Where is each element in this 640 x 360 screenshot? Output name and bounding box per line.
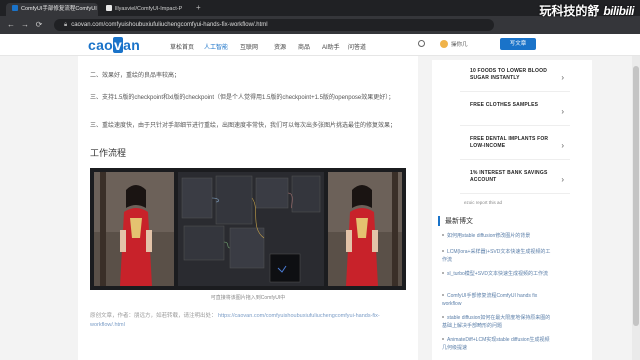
sidebar: 10 FOODS TO LOWER BLOOD SUGAR INSTANTLY … bbox=[432, 56, 592, 360]
bilibili-logo: bilibili bbox=[603, 4, 634, 18]
nav-ai[interactable]: 人工智能 bbox=[204, 42, 228, 51]
site-favicon-icon bbox=[12, 5, 18, 11]
latest-post-link[interactable]: ComfyUI手部修复流程ComfyUI hands fix workflow bbox=[442, 292, 552, 308]
article-content: 二、效果好，重绘的良品率较高； 三、支持1.5版的checkpoint和xl版的… bbox=[78, 56, 418, 360]
chevron-right-icon: › bbox=[561, 175, 564, 184]
workflow-screenshot-image[interactable] bbox=[90, 168, 406, 290]
workflow-illustration bbox=[90, 168, 406, 290]
chevron-right-icon: › bbox=[561, 73, 564, 82]
ad-item[interactable]: FREE CLOTHES SAMPLES › bbox=[460, 98, 570, 126]
nav-qa[interactable]: 问答道 bbox=[348, 42, 366, 51]
lock-icon: 🔒︎ bbox=[64, 22, 68, 28]
scrollbar-thumb[interactable] bbox=[633, 66, 639, 326]
new-tab-icon[interactable]: + bbox=[196, 3, 201, 12]
copyright-notice: 原创文章，作者：朋远方，如若转载，请注明出处： https://caovan.c… bbox=[90, 313, 380, 328]
paragraph-speed: 三、重绘速度快，由于只针对手部细节进行重绘，出图速度非常快，我们可以每次出多张图… bbox=[90, 123, 397, 129]
latest-post-link[interactable]: stable diffusion如何在最大限度地保持原来图的基础上解决手部畸形的… bbox=[442, 314, 552, 330]
user-menu[interactable]: 操你几 bbox=[440, 40, 468, 48]
nav-ai-assistant[interactable]: AI助手 bbox=[322, 42, 340, 51]
image-caption: 可直接将该图片拖入到ComfyUI中 bbox=[210, 295, 286, 301]
tab-impact-pack[interactable]: lllyasviel/ComfyUI-Impact-P bbox=[100, 3, 192, 16]
ad-item[interactable]: 1% INTEREST BANK SAVINGS ACCOUNT › bbox=[460, 166, 570, 194]
search-icon[interactable] bbox=[418, 40, 425, 47]
nav-products[interactable]: 商品 bbox=[298, 42, 310, 51]
section-title: 工作流程 bbox=[90, 148, 127, 158]
publish-button[interactable]: 写文章 bbox=[500, 38, 536, 50]
paragraph-checkpoint: 三、支持1.5版的checkpoint和xl版的checkpoint（但是个人觉… bbox=[90, 95, 395, 101]
reload-icon[interactable]: ⟳ bbox=[34, 20, 44, 30]
nav-resources[interactable]: 资源 bbox=[274, 42, 286, 51]
nav-home[interactable]: 草松首页 bbox=[170, 42, 194, 51]
video-watermark: 玩科技的舒 bilibili bbox=[539, 4, 634, 18]
chevron-right-icon: › bbox=[561, 107, 564, 116]
latest-post-link[interactable]: LCM(lora+采样器)+SVD文本快速生成视频的工作流 bbox=[442, 248, 552, 264]
github-favicon-icon bbox=[106, 5, 112, 11]
paragraph-effect: 二、效果好，重绘的良品率较高； bbox=[90, 73, 181, 79]
ad-box: 10 FOODS TO LOWER BLOOD SUGAR INSTANTLY … bbox=[432, 60, 592, 208]
ad-item[interactable]: 10 FOODS TO LOWER BLOOD SUGAR INSTANTLY … bbox=[460, 64, 570, 92]
ad-footer[interactable]: ezoic report this ad bbox=[464, 200, 502, 205]
site-logo[interactable]: caovan bbox=[88, 37, 140, 53]
page-scrollbar[interactable] bbox=[632, 56, 640, 360]
back-arrow-icon[interactable]: ← bbox=[6, 20, 16, 30]
ad-item[interactable]: FREE DENTAL IMPLANTS FOR LOW-INCOME › bbox=[460, 132, 570, 160]
latest-post-link[interactable]: sl_turbo模型+SVD文本快速生成视频的工作流 bbox=[442, 270, 552, 278]
avatar bbox=[440, 40, 448, 48]
tab-comfyui-hands[interactable]: ComfyUI手部修复流程ComfyUI bbox=[6, 3, 98, 16]
url-field[interactable]: 🔒︎ caovan.com/comfyuishoubuxiufuliuchengc… bbox=[54, 19, 494, 31]
latest-post-link[interactable]: 如何用stable diffusion修改图片的背景 bbox=[442, 232, 552, 240]
site-header: caovan 草松首页 人工智能 互联网 资源 商品 AI助手 问答道 操你几 … bbox=[0, 34, 640, 56]
latest-posts-title: 最新博文 bbox=[438, 216, 473, 226]
forward-arrow-icon[interactable]: → bbox=[20, 20, 30, 30]
latest-post-link[interactable]: AnimateDiff+LCM实现stable diffusion生成视频几何级… bbox=[442, 336, 552, 352]
chevron-right-icon: › bbox=[561, 141, 564, 150]
nav-internet[interactable]: 互联网 bbox=[240, 42, 258, 51]
latest-posts-panel: 最新博文 如何用stable diffusion修改图片的背景 LCM(lora… bbox=[432, 208, 592, 360]
